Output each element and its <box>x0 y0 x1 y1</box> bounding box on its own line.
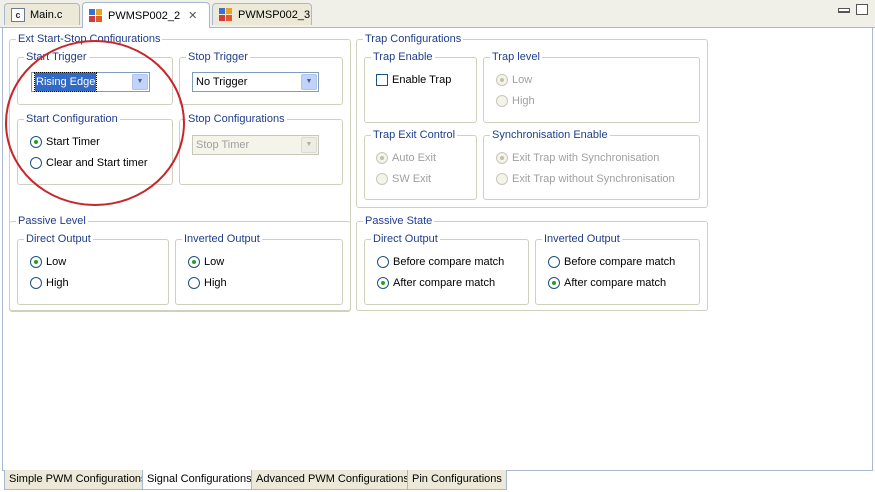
tab-signal-configurations[interactable]: Signal Configurations <box>142 470 257 490</box>
passive-direct-high-radio[interactable]: High <box>30 277 69 289</box>
radio-indicator[interactable] <box>496 95 508 107</box>
option-label: High <box>512 95 535 107</box>
exit-trap-without-sync-radio[interactable]: Exit Trap without Synchronisation <box>496 173 675 185</box>
group-title: Stop Configurations <box>186 112 287 126</box>
highlight-annotation-circle <box>5 40 185 206</box>
radio-indicator[interactable] <box>376 152 388 164</box>
option-label: Low <box>46 256 67 268</box>
enable-trap-checkbox[interactable]: Enable Trap <box>376 74 451 86</box>
group-title: Inverted Output <box>542 232 622 246</box>
option-label: After compare match <box>564 277 667 289</box>
tab-label: Pin Configurations <box>412 473 502 485</box>
radio-indicator[interactable] <box>496 173 508 185</box>
passive-inverted-high-radio[interactable]: High <box>188 277 227 289</box>
option-label: High <box>46 277 69 289</box>
passive-state-inverted-group: Inverted Output <box>535 232 700 305</box>
option-label: Before compare match <box>564 256 676 268</box>
option-label: Low <box>512 74 533 86</box>
option-label: High <box>204 277 227 289</box>
tab-label: Signal Configurations <box>147 473 252 485</box>
tab-pwmsp002-3[interactable]: PWMSP002_3 <box>212 3 312 25</box>
passive-state-inverted-after-radio[interactable]: After compare match <box>548 277 666 289</box>
trap-exit-control-group: Trap Exit Control <box>364 128 477 200</box>
passive-direct-low-radio[interactable]: Low <box>30 256 66 268</box>
option-label: Low <box>204 256 225 268</box>
group-title: Trap level <box>490 50 542 64</box>
select-value: No Trigger <box>196 76 248 88</box>
passive-state-inverted-before-radio[interactable]: Before compare match <box>548 256 675 268</box>
group-title: Trap Exit Control <box>371 128 458 142</box>
chevron-down-icon: ▼ <box>301 137 317 153</box>
passive-state-direct-before-radio[interactable]: Before compare match <box>377 256 504 268</box>
option-label: Enable Trap <box>392 74 452 86</box>
radio-indicator[interactable] <box>188 277 200 289</box>
stop-configuration-select[interactable]: Stop Timer ▼ <box>192 135 319 155</box>
stop-trigger-select[interactable]: No Trigger ▼ <box>192 72 319 92</box>
group-title: Synchronisation Enable <box>490 128 610 142</box>
radio-indicator[interactable] <box>496 152 508 164</box>
passive-state-direct-group: Direct Output <box>364 232 529 305</box>
tab-pwmsp002-2[interactable]: PWMSP002_2 ✕ <box>82 2 210 28</box>
synchronisation-enable-group: Synchronisation Enable <box>483 128 700 200</box>
group-title: Stop Trigger <box>186 50 250 64</box>
exit-trap-with-sync-radio[interactable]: Exit Trap with Synchronisation <box>496 152 659 164</box>
minimize-icon[interactable] <box>838 8 850 13</box>
trap-level-low-radio[interactable]: Low <box>496 74 532 86</box>
passive-level-inverted-group: Inverted Output <box>175 232 343 305</box>
group-title: Direct Output <box>24 232 93 246</box>
group-title: Inverted Output <box>182 232 262 246</box>
config-page-tabs: Simple PWM Configurations Signal Configu… <box>2 470 873 490</box>
app-config-icon <box>89 8 103 23</box>
group-title: Direct Output <box>371 232 440 246</box>
option-label: SW Exit <box>392 173 432 185</box>
select-value: Stop Timer <box>196 139 250 151</box>
option-label: Exit Trap without Synchronisation <box>512 173 675 185</box>
group-title: Passive State <box>363 214 435 228</box>
group-title: Passive Level <box>16 214 88 228</box>
radio-indicator[interactable] <box>496 74 508 86</box>
radio-indicator[interactable] <box>548 277 560 289</box>
option-label: Before compare match <box>393 256 505 268</box>
maximize-icon[interactable] <box>856 4 868 15</box>
sw-exit-radio[interactable]: SW Exit <box>376 173 431 185</box>
radio-indicator[interactable] <box>30 277 42 289</box>
group-title: Trap Enable <box>371 50 435 64</box>
passive-level-direct-group: Direct Output <box>17 232 169 305</box>
tab-label: PWMSP002_3 <box>238 8 311 21</box>
trap-level-group: Trap level <box>483 50 700 123</box>
checkbox-indicator[interactable] <box>376 74 388 86</box>
radio-indicator[interactable] <box>188 256 200 268</box>
option-label: Auto Exit <box>392 152 437 164</box>
trap-level-high-radio[interactable]: High <box>496 95 535 107</box>
tab-advanced-pwm-configurations[interactable]: Advanced PWM Configurations <box>251 470 414 490</box>
tab-pin-configurations[interactable]: Pin Configurations <box>407 470 507 490</box>
close-icon[interactable]: ✕ <box>188 9 197 22</box>
radio-indicator[interactable] <box>30 256 42 268</box>
c-file-icon: c <box>11 7 25 22</box>
auto-exit-radio[interactable]: Auto Exit <box>376 152 436 164</box>
option-label: Exit Trap with Synchronisation <box>512 152 660 164</box>
group-title: Trap Configurations <box>363 32 464 46</box>
radio-indicator[interactable] <box>377 256 389 268</box>
tab-main-c[interactable]: c Main.c <box>4 3 80 25</box>
editor-tab-bar: c Main.c PWMSP002_2 ✕ PWMSP002_3 <box>0 0 875 28</box>
radio-indicator[interactable] <box>377 277 389 289</box>
app-config-icon <box>219 7 233 22</box>
tab-label: Advanced PWM Configurations <box>256 473 409 485</box>
radio-indicator[interactable] <box>548 256 560 268</box>
trap-enable-group: Trap Enable <box>364 50 477 123</box>
tab-label: Main.c <box>30 8 63 21</box>
tab-label: Simple PWM Configurations <box>9 473 147 485</box>
tab-label: PWMSP002_2 <box>108 9 181 22</box>
tab-simple-pwm-configurations[interactable]: Simple PWM Configurations <box>4 470 152 490</box>
radio-indicator[interactable] <box>376 173 388 185</box>
option-label: After compare match <box>393 277 496 289</box>
passive-state-direct-after-radio[interactable]: After compare match <box>377 277 495 289</box>
passive-inverted-low-radio[interactable]: Low <box>188 256 224 268</box>
chevron-down-icon[interactable]: ▼ <box>301 74 317 90</box>
